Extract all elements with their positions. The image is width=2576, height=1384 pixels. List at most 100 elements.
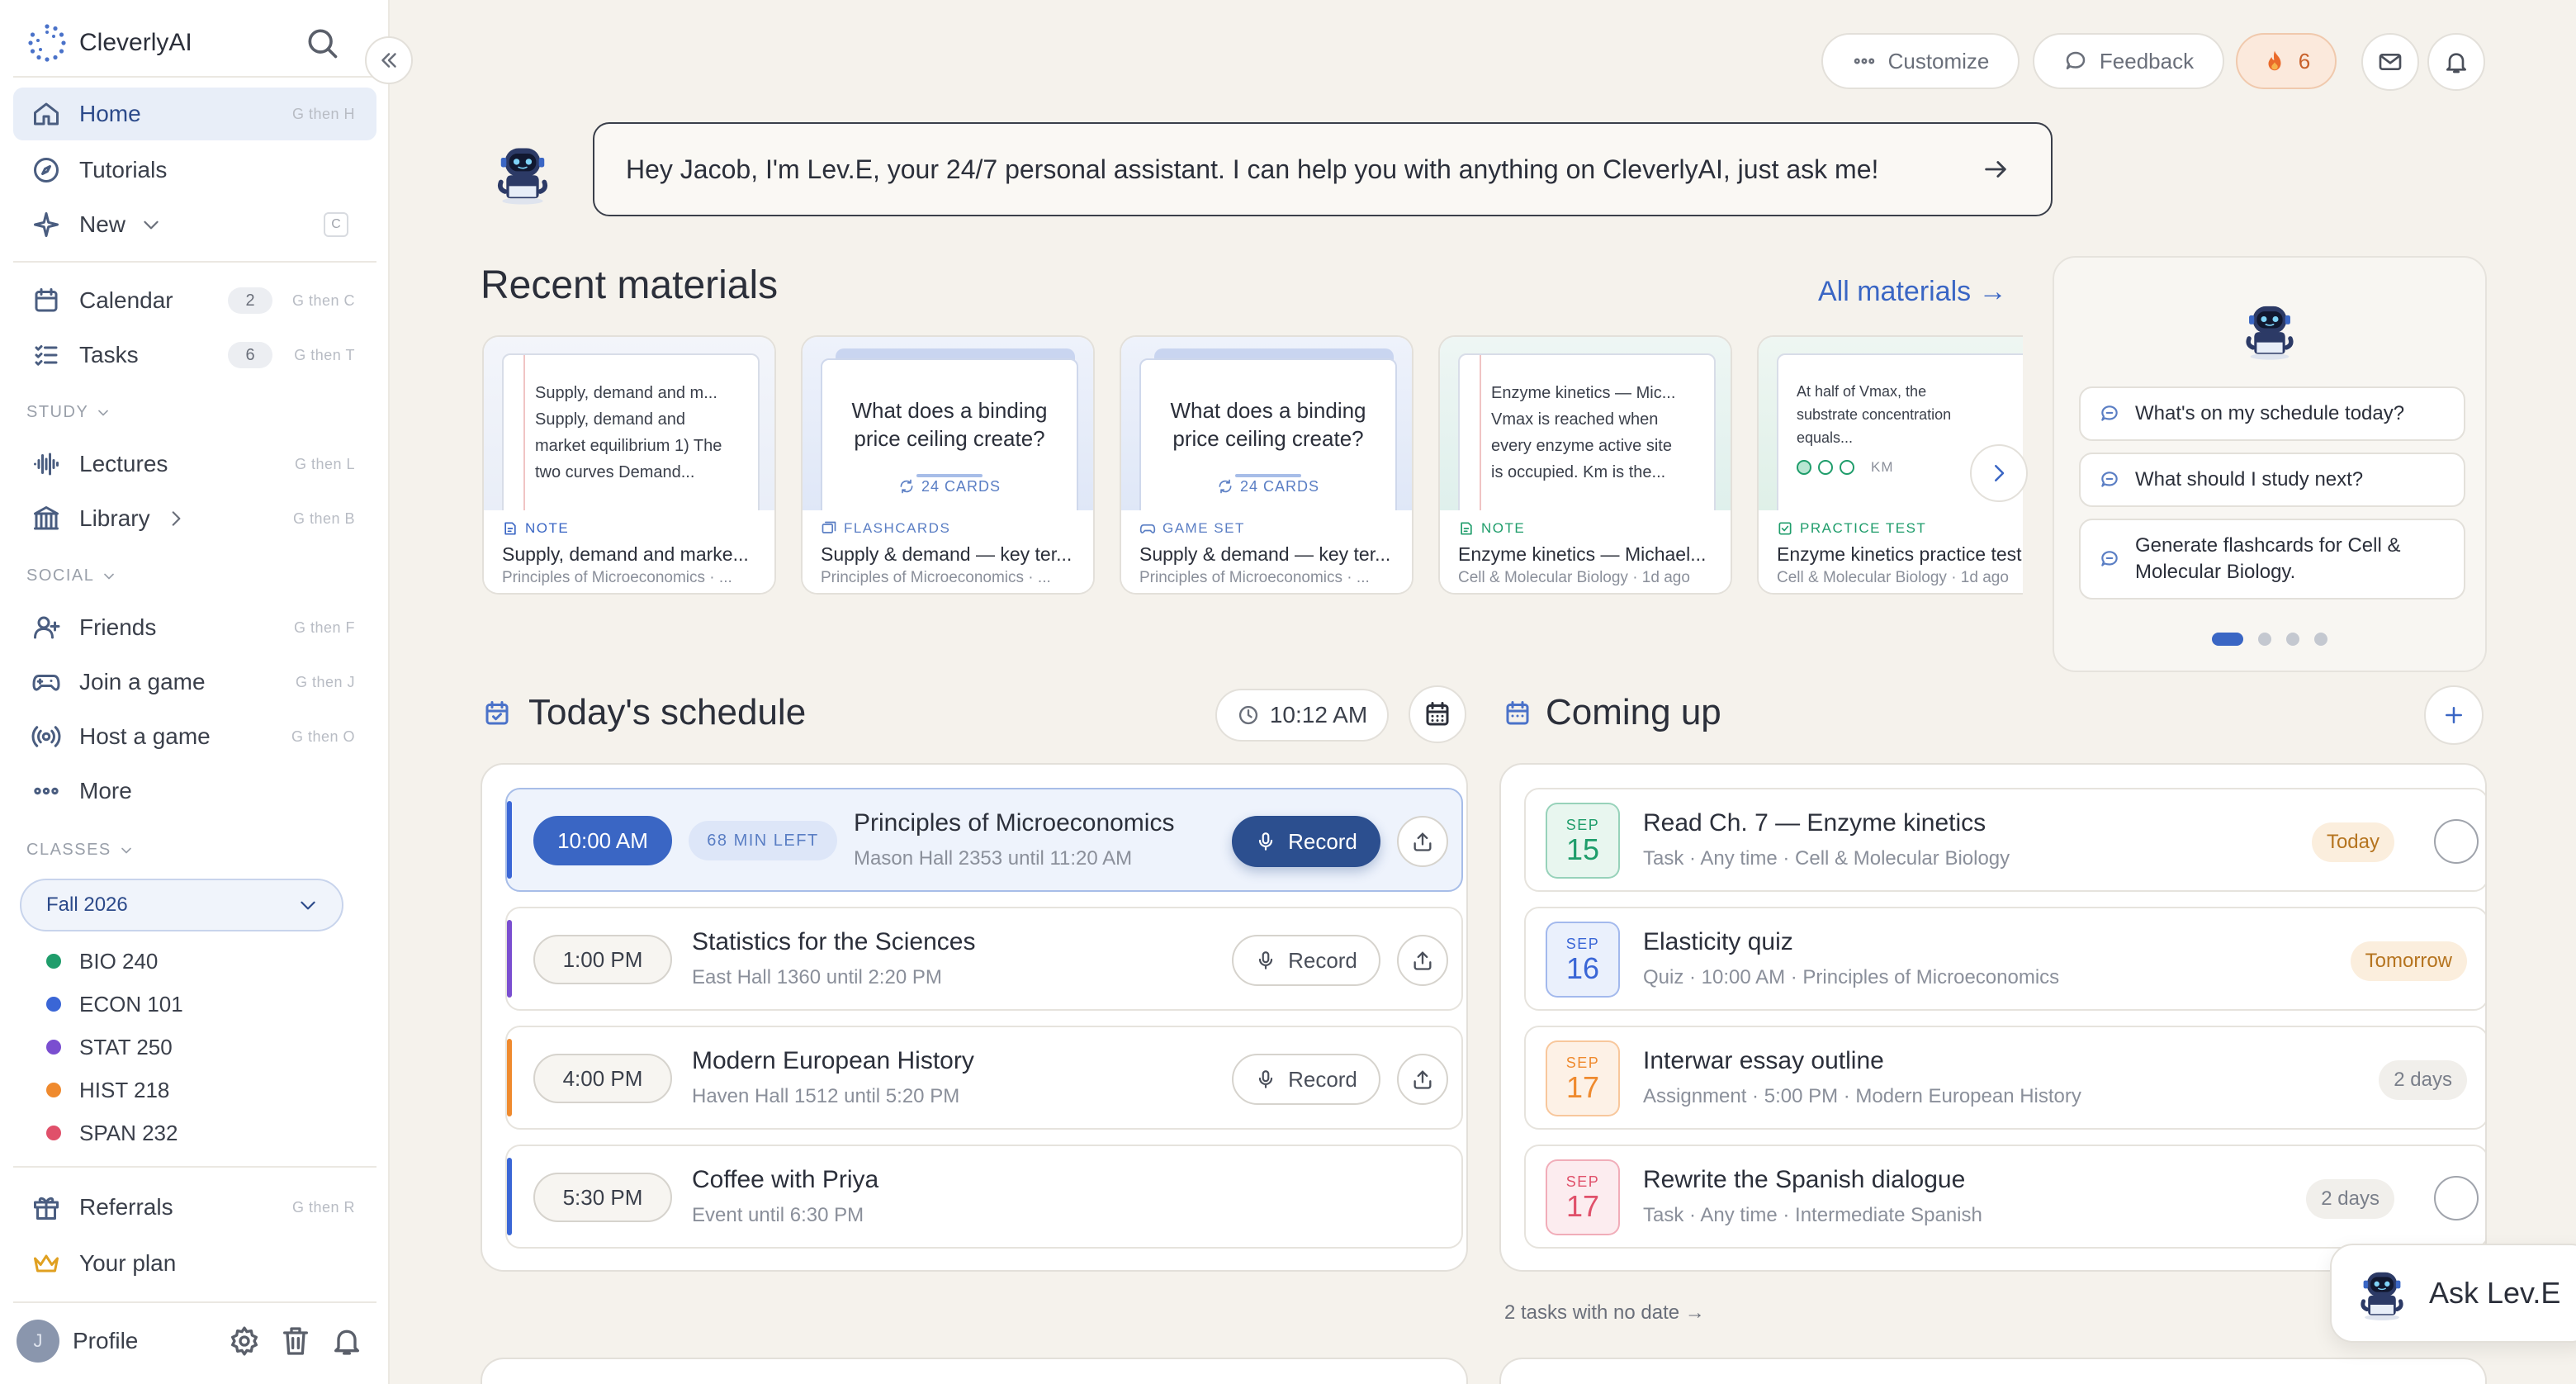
customize-label: Customize	[1887, 48, 1990, 73]
undated-tasks-link[interactable]: 2 tasks with no date →	[1504, 1301, 1705, 1325]
nav-new[interactable]: New C	[13, 198, 376, 251]
material-card[interactable]: What does a binding price ceiling create?…	[801, 335, 1095, 595]
material-meta: FLASHCARDS Supply & demand — key ter... Pr…	[803, 510, 1093, 593]
carousel-fade	[2023, 330, 2056, 603]
page-dot-active[interactable]	[2212, 633, 2243, 646]
section-social[interactable]: SOCIAL	[26, 566, 117, 585]
open-calendar-button[interactable]	[1409, 685, 1466, 743]
nav-home[interactable]: Home G then H	[13, 88, 376, 140]
section-classes[interactable]: CLASSES	[26, 841, 135, 860]
upcoming-item[interactable]: SEP 17 Rewrite the Spanish dialogue Task · …	[1524, 1145, 2485, 1249]
nav-friends[interactable]: Friends G then F	[13, 601, 376, 654]
assistant-prompt[interactable]: Hey Jacob, I'm Lev.E, your 24/7 personal…	[593, 122, 2053, 216]
preview-line: market equilibrium 1) The	[535, 437, 722, 455]
upload-button[interactable]	[1397, 935, 1448, 986]
preview-line: price ceiling create?	[854, 426, 1045, 451]
notifications-button[interactable]	[2427, 33, 2485, 91]
class-item[interactable]: BIO 240	[46, 946, 158, 976]
upload-button[interactable]	[1397, 1054, 1448, 1105]
suggestion-chip[interactable]: Generate flashcards for Cell & Molecular…	[2079, 519, 2465, 600]
feedback-button[interactable]: Feedback	[2033, 33, 2224, 89]
microphone-icon	[1258, 1070, 1273, 1088]
add-task-button[interactable]	[2424, 685, 2484, 745]
settings-icon[interactable]	[228, 1325, 261, 1358]
material-card[interactable]: Supply, demand and m... Supply, demand an…	[482, 335, 776, 595]
suggestion-chip[interactable]: What should I study next?	[2079, 453, 2465, 507]
section-study[interactable]: STUDY	[26, 403, 111, 422]
class-item[interactable]: HIST 218	[46, 1075, 169, 1105]
count-badge: 6	[228, 342, 272, 368]
inbox-button[interactable]	[2361, 33, 2419, 91]
class-item[interactable]: ECON 101	[46, 989, 183, 1019]
schedule-item[interactable]: 5:30 PM Coffee with Priya Event until 6:30…	[505, 1145, 1463, 1249]
nav-referrals[interactable]: Referrals G then R	[13, 1181, 376, 1234]
nav-lectures[interactable]: Lectures G then L	[13, 438, 376, 491]
class-color-dot	[46, 1083, 61, 1097]
record-button[interactable]: Record	[1232, 1054, 1380, 1105]
preview-line: equals...	[1797, 429, 1854, 446]
complete-checkbox[interactable]	[2434, 819, 2479, 864]
material-title: Supply & demand — key ter...	[821, 543, 1073, 565]
suggestion-text: What's on my schedule today?	[2135, 402, 2405, 424]
term-select[interactable]: Fall 2026	[20, 879, 343, 931]
divider	[13, 76, 376, 78]
upcoming-item[interactable]: SEP 16 Elasticity quiz Quiz · 10:00 AM · Pr…	[1524, 907, 2485, 1011]
date-day: 16	[1565, 950, 1600, 985]
crown-icon	[31, 1249, 61, 1278]
ask-assistant-button[interactable]: Ask Lev.E	[2330, 1244, 2576, 1343]
microphone-icon	[1258, 951, 1273, 969]
nav-join-game[interactable]: Join a game G then J	[13, 656, 376, 709]
class-item[interactable]: STAT 250	[46, 1032, 173, 1062]
record-button[interactable]: Record	[1232, 816, 1380, 867]
nav-host-game[interactable]: Host a game G then O	[13, 710, 376, 763]
collapse-sidebar-button[interactable]	[365, 36, 413, 84]
page-dot[interactable]	[2314, 633, 2327, 646]
avatar[interactable]: J	[17, 1320, 59, 1363]
complete-checkbox[interactable]	[2434, 1176, 2479, 1220]
date-chip: SEP 17	[1546, 1159, 1620, 1235]
nav-tutorials[interactable]: Tutorials	[13, 144, 376, 197]
logo[interactable]: CleverlyAI	[26, 18, 340, 68]
nav-tasks[interactable]: Tasks 6 G then T	[13, 329, 376, 382]
page-dot[interactable]	[2286, 633, 2299, 646]
shortcut-hint: G then B	[292, 510, 355, 527]
material-type-label: NOTE	[525, 520, 570, 536]
schedule-item[interactable]: 10:00 AM 68 MIN LEFT Principles of Microec…	[505, 788, 1463, 892]
material-card[interactable]: Enzyme kinetics — Mic... Vmax is reached …	[1438, 335, 1732, 595]
suggestion-chip[interactable]: What's on my schedule today?	[2079, 386, 2465, 441]
nav-library[interactable]: Library G then B	[13, 492, 376, 545]
schedule-item[interactable]: 4:00 PM Modern European History Haven Hall…	[505, 1026, 1463, 1130]
feedback-label: Feedback	[2099, 48, 2195, 73]
record-button[interactable]: Record	[1232, 935, 1380, 986]
nav-more[interactable]: More	[13, 765, 376, 818]
nav-calendar[interactable]: Calendar 2 G then C	[13, 274, 376, 327]
schedule-item[interactable]: 1:00 PM Statistics for the Sciences East H…	[505, 907, 1463, 1011]
plus-icon	[2446, 707, 2462, 723]
upcoming-item[interactable]: SEP 17 Interwar essay outline Assignment · …	[1524, 1026, 2485, 1130]
nav-label: Tasks	[79, 342, 139, 367]
all-materials-link[interactable]: All materials →	[1818, 276, 2007, 308]
preview-line: Vmax is reached when	[1491, 410, 1659, 429]
search-icon[interactable]	[304, 25, 340, 61]
bell-icon[interactable]	[330, 1325, 363, 1358]
nav-label: Your plan	[79, 1250, 177, 1276]
divider	[13, 1166, 376, 1168]
profile-row[interactable]: J Profile	[17, 1318, 372, 1364]
customize-button[interactable]: Customize	[1821, 33, 2020, 89]
upload-icon	[1413, 832, 1432, 851]
streak-counter[interactable]: 6	[2236, 33, 2337, 89]
upcoming-item[interactable]: SEP 15 Read Ch. 7 — Enzyme kinetics Task · …	[1524, 788, 2485, 892]
arrow-right-icon	[1985, 161, 2006, 178]
page-dot[interactable]	[2258, 633, 2271, 646]
nav-label: More	[79, 778, 132, 803]
material-card[interactable]: What does a binding price ceiling create?…	[1120, 335, 1413, 595]
class-color-bar	[507, 801, 512, 879]
nav-your-plan[interactable]: Your plan	[13, 1237, 376, 1290]
trash-icon[interactable]	[279, 1325, 312, 1358]
divider	[13, 261, 376, 263]
pagination-dots	[2054, 633, 2485, 646]
upload-button[interactable]	[1397, 816, 1448, 867]
carousel-next-button[interactable]	[1970, 444, 2028, 502]
nav-label: Referrals	[79, 1194, 173, 1220]
class-item[interactable]: SPAN 232	[46, 1118, 178, 1148]
